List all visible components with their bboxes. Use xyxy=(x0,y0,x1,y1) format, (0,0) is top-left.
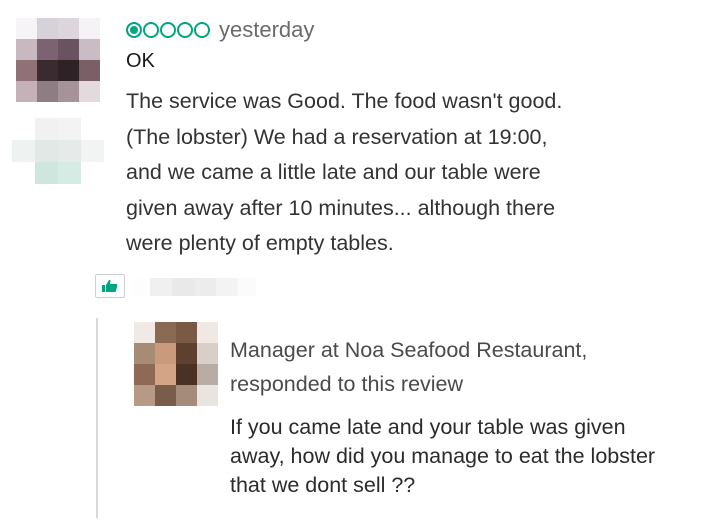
response-body-line: away, how did you manage to eat the lobs… xyxy=(230,444,656,468)
rating-bubble-empty xyxy=(177,22,193,38)
response-body: If you came late and your table was give… xyxy=(230,413,720,500)
response-divider xyxy=(96,318,98,518)
manager-title: Manager at Noa Seafood Restaurant, xyxy=(230,338,588,362)
thumbs-up-icon xyxy=(102,280,118,292)
review-date: yesterday xyxy=(219,17,315,42)
rating-bubble-empty xyxy=(143,22,159,38)
review-body: The service was Good. The food wasn't go… xyxy=(126,84,666,262)
helpful-vote-button[interactable] xyxy=(95,274,125,298)
review-card: yesterday OK The service was Good. The f… xyxy=(0,0,728,520)
reviewer-name-blurred[interactable] xyxy=(12,118,104,184)
rating-bubbles xyxy=(126,22,211,38)
review-body-line: given away after 10 minutes... although … xyxy=(126,195,556,220)
review-title[interactable]: OK xyxy=(126,50,155,73)
rating-bubble-empty xyxy=(160,22,176,38)
review-body-line: The service was Good. The food wasn't go… xyxy=(126,89,563,113)
rating-bubble-empty xyxy=(194,22,210,38)
response-body-line: If you came late and your table was give… xyxy=(230,415,626,439)
review-body-line: (The lobster) We had a reservation at 19… xyxy=(126,124,548,149)
review-body-line: were plenty of empty tables. xyxy=(126,231,394,255)
reviewer-avatar[interactable] xyxy=(16,18,100,102)
helpful-voters-blurred xyxy=(132,278,256,296)
review-body-line: and we came a little late and our table … xyxy=(126,160,541,184)
rating-row: yesterday xyxy=(126,15,314,45)
manager-avatar[interactable] xyxy=(134,322,218,406)
rating-bubble-filled xyxy=(126,22,142,38)
response-label: responded to this review xyxy=(230,372,464,396)
response-body-line: that we dont sell ?? xyxy=(230,473,416,497)
